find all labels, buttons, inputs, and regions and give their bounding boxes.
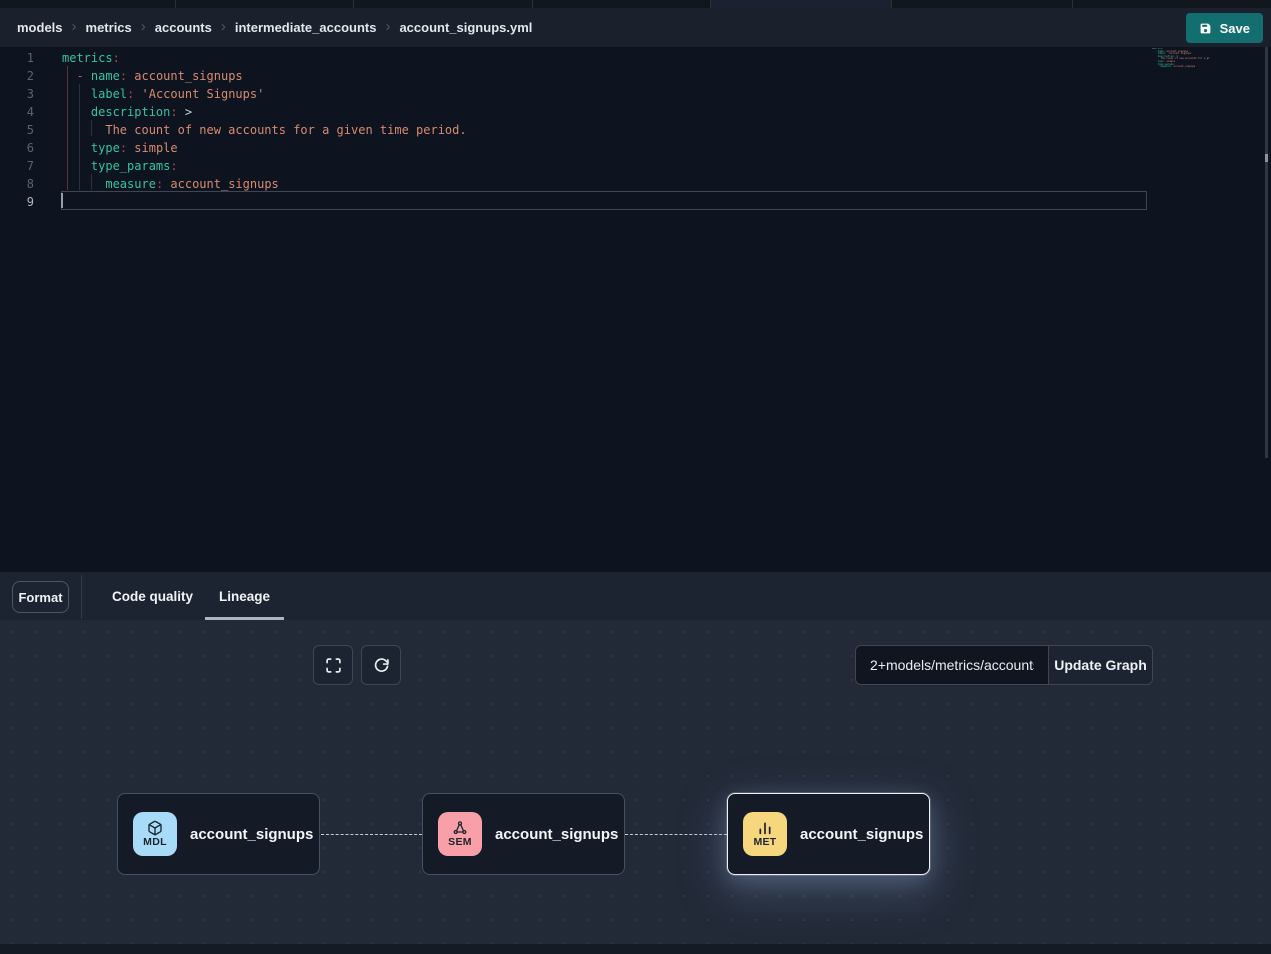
maximize-icon [325, 657, 342, 674]
line-number: 3 [0, 85, 34, 103]
lineage-node-model[interactable]: MDL account_signups [117, 793, 320, 875]
line-number: 6 [0, 139, 34, 157]
top-tab[interactable] [0, 0, 176, 8]
maximize-button[interactable] [313, 645, 353, 685]
refresh-icon [373, 657, 390, 674]
node-label: account_signups [495, 826, 618, 843]
format-button[interactable]: Format [12, 581, 69, 613]
save-button[interactable]: Save [1186, 13, 1263, 43]
top-tab[interactable] [354, 0, 533, 8]
line-number: 9 [0, 193, 34, 211]
line-number: 8 [0, 175, 34, 193]
node-label: account_signups [190, 826, 313, 843]
toolbar-divider [81, 575, 82, 619]
lineage-canvas[interactable]: Update Graph MDL [0, 620, 1271, 944]
top-tab-strip [0, 0, 1271, 8]
editor-scrollbar-track[interactable] [1265, 47, 1268, 458]
breadcrumb-item-intermediate-accounts[interactable]: intermediate_accounts [235, 20, 377, 35]
code-line: type_params: [62, 157, 467, 175]
top-tab[interactable] [176, 0, 354, 8]
breadcrumb-item-accounts[interactable]: accounts [155, 20, 212, 35]
update-graph-button[interactable]: Update Graph [1048, 646, 1152, 684]
line-number: 7 [0, 157, 34, 175]
floppy-disk-icon [1199, 22, 1212, 35]
code-line: label: 'Account Signups' [62, 85, 467, 103]
save-label: Save [1220, 21, 1250, 36]
code-line: measure: account_signups [62, 175, 467, 193]
code-line: type: simple [62, 139, 467, 157]
cube-icon [147, 820, 163, 836]
chevron-right-icon: › [72, 19, 77, 34]
node-badge-sem: SEM [438, 812, 482, 856]
chevron-right-icon: › [221, 19, 226, 34]
line-number: 4 [0, 103, 34, 121]
editor-scrollbar-thumb[interactable] [1265, 154, 1268, 162]
badge-label: MDL [143, 837, 167, 848]
breadcrumb: models › metrics › accounts › intermedia… [0, 8, 1271, 47]
lineage-node-semantic[interactable]: SEM account_signups [422, 793, 625, 875]
code-line: metrics: [62, 49, 467, 67]
line-number: 5 [0, 121, 34, 139]
code-line: description: > [62, 103, 467, 121]
badge-label: SEM [448, 837, 472, 848]
breadcrumb-item-file[interactable]: account_signups.yml [399, 20, 532, 35]
code-editor[interactable]: 123456789 metrics: - name: account_signu… [0, 47, 1271, 572]
ide-screen: models › metrics › accounts › intermedia… [0, 0, 1271, 954]
graph-filter-group: Update Graph [855, 645, 1153, 685]
tab-lineage[interactable]: Lineage [205, 572, 284, 620]
code-lines[interactable]: metrics: - name: account_signups label: … [62, 49, 467, 211]
edge-connector [625, 834, 727, 835]
refresh-button[interactable] [361, 645, 401, 685]
top-tab[interactable] [1073, 0, 1271, 8]
editor-gutter: 123456789 [0, 49, 34, 211]
line-number: 2 [0, 67, 34, 85]
breadcrumb-item-models[interactable]: models [17, 20, 63, 35]
chevron-right-icon: › [385, 19, 390, 34]
node-badge-met: MET [743, 812, 787, 856]
tab-code-quality[interactable]: Code quality [105, 572, 200, 620]
top-tab[interactable] [892, 0, 1073, 8]
top-tab-active[interactable] [711, 0, 892, 8]
code-line: - name: account_signups [62, 67, 467, 85]
code-line [62, 193, 467, 211]
semantic-graph-icon [452, 820, 468, 836]
code-line: The count of new accounts for a given ti… [62, 121, 467, 139]
bar-chart-icon [757, 820, 773, 836]
panel-bottom-strip [0, 944, 1271, 954]
edge-connector [321, 834, 422, 835]
lineage-node-metric[interactable]: MET account_signups [727, 793, 930, 875]
graph-filter-input[interactable] [856, 646, 1048, 684]
minimap[interactable]: metrics: - name: account_signups label: … [1152, 48, 1210, 69]
top-tab[interactable] [533, 0, 711, 8]
badge-label: MET [753, 837, 776, 848]
breadcrumb-item-metrics[interactable]: metrics [86, 20, 132, 35]
line-number: 1 [0, 49, 34, 67]
bottom-panel: Format Code quality Lineage Update Graph [0, 572, 1271, 954]
node-label: account_signups [800, 826, 923, 843]
chevron-right-icon: › [141, 19, 146, 34]
code-line: measure: account_signups [1152, 66, 1210, 69]
node-badge-mdl: MDL [133, 812, 177, 856]
